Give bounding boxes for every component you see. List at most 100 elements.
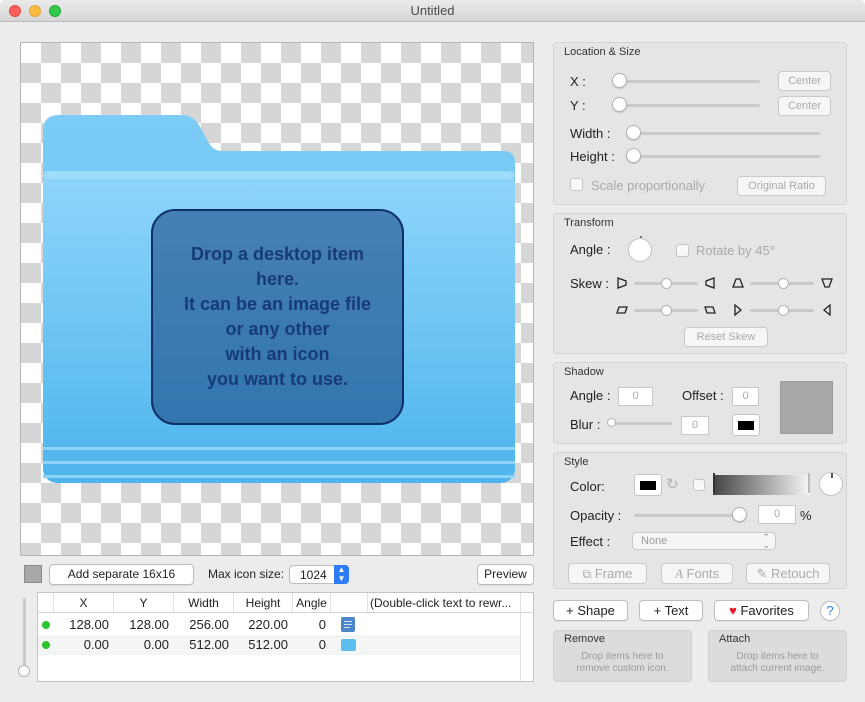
cell-y: 0.00 [143,637,169,652]
reset-color-icon[interactable]: ↻ [666,475,679,493]
retouch-button[interactable]: ✎ Retouch [746,563,830,584]
icon-canvas[interactable]: Drop a desktop item here. It can be an i… [20,42,534,556]
layers-table[interactable]: X Y Width Height Angle (Double-click tex… [37,592,534,682]
scale-proportionally-label: Scale proportionally [591,178,706,193]
opacity-slider-track[interactable] [634,514,742,517]
column-header-x[interactable]: X [54,593,114,613]
cell-y: 128.00 [129,617,169,632]
blur-slider-knob[interactable] [607,418,616,427]
shadow-preview [780,381,833,434]
rotate-45-checkbox[interactable] [676,244,689,257]
width-label: Width : [570,126,611,141]
cell-angle: 0 [318,637,326,652]
attach-hint: Drop items here to attach current image. [730,651,825,674]
skew-horizontal-left-icon [616,306,628,314]
zoom-slider-track[interactable] [23,598,26,670]
plus-icon: + [653,603,662,618]
y-label: Y : [570,98,586,113]
color-well[interactable] [24,565,42,583]
location-size-panel: Location & Size X : Center Y : Center Wi… [553,42,847,205]
opacity-label: Opacity : [570,508,622,523]
column-header-height[interactable]: Height [234,593,293,613]
preview-button[interactable]: Preview [477,564,534,585]
scale-proportionally-checkbox[interactable] [570,178,583,191]
max-icon-size-select[interactable]: 1024 ▲ ▼ [289,565,349,584]
center-x-button[interactable]: Center [778,71,831,91]
opacity-slider-knob[interactable] [732,507,747,522]
gradient-bar[interactable] [713,475,810,495]
max-icon-size-label: Max icon size: [208,567,285,581]
x-slider-track[interactable] [618,80,760,83]
skew-slider-knob[interactable] [778,278,789,289]
y-slider-track[interactable] [618,104,760,107]
remove-drop-zone[interactable]: Remove Drop items here to remove custom … [553,630,692,682]
title-bar: Untitled [0,0,865,22]
effect-value: None [641,535,668,547]
shadow-angle-field[interactable]: 0 [618,387,653,406]
effect-label: Effect : [570,534,611,549]
minimize-window-button[interactable] [29,5,41,17]
opacity-field[interactable]: 0 [758,505,796,524]
y-slider-knob[interactable] [612,97,627,112]
original-ratio-button[interactable]: Original Ratio [737,176,826,196]
column-header-icon[interactable] [331,593,368,613]
close-window-button[interactable] [9,5,21,17]
add-separate-button[interactable]: Add separate 16x16 [49,564,194,585]
shadow-color-well[interactable] [732,414,760,436]
heart-icon: ♥ [729,603,737,618]
column-header-y[interactable]: Y [114,593,174,613]
gradient-angle-dial[interactable] [819,472,843,496]
cell-angle: 0 [318,617,326,632]
width-slider-track[interactable] [632,132,820,135]
effect-select[interactable]: None ⌃ ⌄ [632,532,776,550]
blur-slider-track[interactable] [610,422,672,425]
column-header-angle[interactable]: Angle [293,593,331,613]
zoom-slider-knob[interactable] [18,665,30,677]
height-slider-track[interactable] [632,155,820,158]
gradient-checkbox[interactable] [693,479,705,491]
attach-drop-zone[interactable]: Attach Drop items here to attach current… [708,630,847,682]
width-slider-knob[interactable] [626,125,641,140]
panel-title: Location & Size [564,46,641,58]
style-color-well[interactable] [634,474,662,496]
select-arrows-icon: ⌃ ⌄ [762,532,770,550]
skew-bottom-icon [821,278,833,288]
table-row[interactable]: 0.00 0.00 512.00 512.00 0 [38,635,520,655]
percent-label: % [800,508,812,523]
panel-title: Shadow [564,366,604,378]
brush-icon: ✎ [756,566,768,581]
cell-height: 512.00 [248,637,288,652]
add-text-button[interactable]: + Text [639,600,703,621]
skew-slider-knob[interactable] [661,278,672,289]
height-slider-knob[interactable] [626,148,641,163]
zoom-window-button[interactable] [49,5,61,17]
stepper-arrows-icon: ▲ ▼ [334,565,349,584]
max-icon-size-value: 1024 [300,568,327,582]
skew-slider-knob[interactable] [661,305,672,316]
gradient-stop-left[interactable] [713,473,715,493]
frame-button[interactable]: ⧉ Frame [568,563,647,584]
column-header-text[interactable]: (Double-click text to rewr... [370,593,520,613]
favorites-label: Favorites [740,603,794,618]
drop-target-box[interactable]: Drop a desktop item here. It can be an i… [151,209,404,425]
remove-hint: Drop items here to remove custom icon. [576,651,669,674]
help-button[interactable]: ? [820,601,840,621]
shadow-offset-field[interactable]: 0 [732,387,759,406]
favorites-button[interactable]: ♥ Favorites [714,600,809,621]
gradient-stop-right[interactable] [808,473,810,493]
reset-skew-button[interactable]: Reset Skew [684,327,768,347]
skew-horizontal-right-icon [704,306,716,314]
shadow-blur-field[interactable]: 0 [681,416,709,435]
skew-left-icon [617,277,627,289]
angle-dial[interactable] [628,236,652,262]
table-row[interactable]: 128.00 128.00 256.00 220.00 0 [38,615,520,635]
column-header-width[interactable]: Width [174,593,234,613]
skew-slider-knob[interactable] [778,305,789,316]
x-slider-knob[interactable] [612,73,627,88]
add-shape-button[interactable]: + Shape [553,600,628,621]
text-document-icon [341,617,355,632]
fonts-button[interactable]: A Fonts [661,563,733,584]
panel-title: Transform [564,217,614,229]
folder-icon [341,639,356,651]
center-y-button[interactable]: Center [778,96,831,116]
